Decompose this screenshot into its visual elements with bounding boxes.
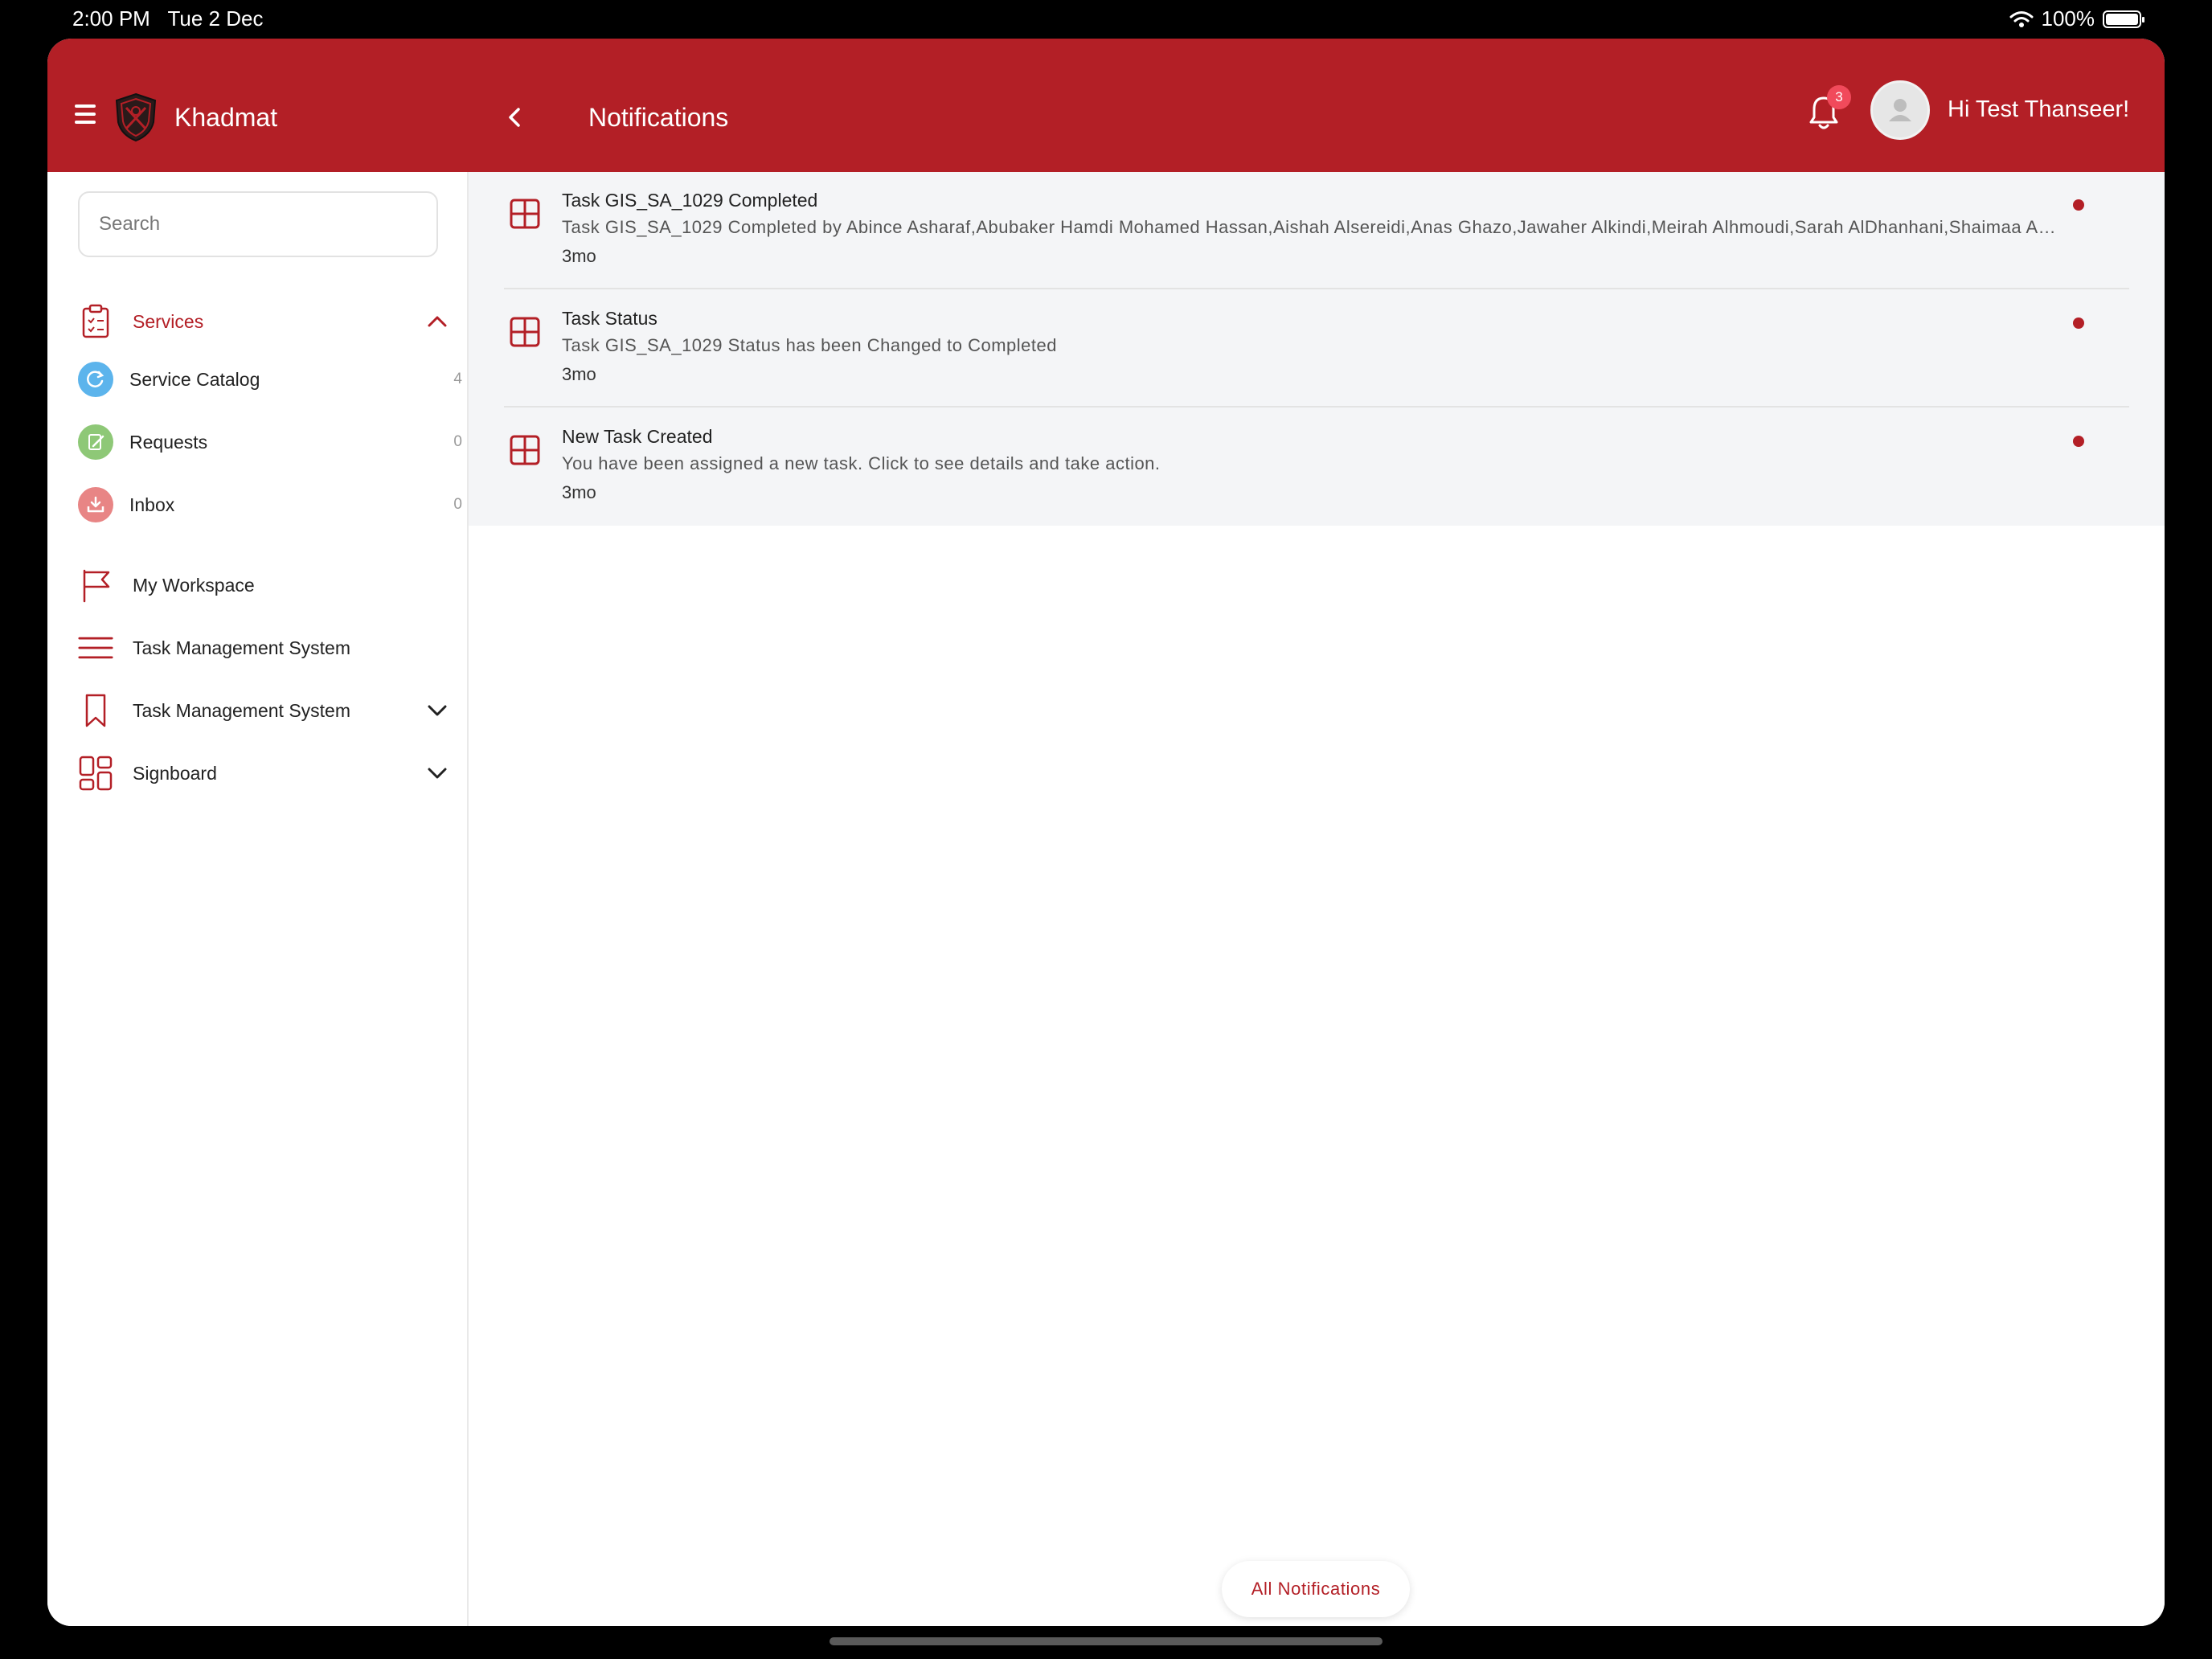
all-notifications-button[interactable]: All Notifications	[1222, 1561, 1410, 1617]
notification-title: Task GIS_SA_1029 Completed	[562, 190, 818, 211]
avatar[interactable]	[1870, 80, 1930, 140]
notification-time: 3mo	[562, 364, 596, 384]
task-grid-icon	[510, 199, 540, 229]
page-title: Notifications	[588, 103, 729, 132]
notification-item[interactable]: New Task Created You have been assigned …	[469, 408, 2165, 526]
item-count: 0	[453, 496, 462, 513]
sidebar: Services Service Catalog 4 Re	[47, 172, 469, 1626]
sidebar-item-label: Signboard	[133, 762, 217, 784]
inbox-download-icon	[78, 487, 113, 522]
unread-indicator	[2073, 317, 2084, 329]
notification-title: Task Status	[562, 308, 657, 329]
sidebar-subitem-inbox[interactable]: Inbox 0	[78, 481, 462, 529]
edit-document-icon	[78, 424, 113, 460]
divider	[504, 288, 2129, 289]
task-grid-icon	[510, 435, 540, 465]
divider	[504, 406, 2129, 408]
catalog-icon	[78, 362, 113, 397]
sidebar-item-label: Task Management System	[133, 637, 351, 658]
header-bar: Khadmat Notifications 3 Hi Test Thanseer…	[47, 39, 2165, 172]
notification-time: 3mo	[562, 482, 596, 502]
chevron-down-icon[interactable]	[427, 763, 448, 784]
sidebar-item-signboard[interactable]: Signboard	[78, 748, 456, 799]
notification-body: You have been assigned a new task. Click…	[562, 453, 1161, 473]
notification-item[interactable]: Task GIS_SA_1029 Completed Task GIS_SA_1…	[469, 172, 2165, 289]
notifications-panel: Task GIS_SA_1029 Completed Task GIS_SA_1…	[469, 172, 2165, 1626]
chevron-up-icon[interactable]	[427, 311, 448, 332]
flag-icon	[78, 567, 113, 603]
battery-percent: 100%	[2041, 6, 2095, 31]
sidebar-subitem-service-catalog[interactable]: Service Catalog 4	[78, 355, 462, 403]
notification-item[interactable]: Task Status Task GIS_SA_1029 Status has …	[469, 290, 2165, 408]
sidebar-item-task-management-group[interactable]: Task Management System	[78, 685, 456, 736]
sidebar-subitem-label: Inbox	[129, 494, 175, 515]
status-indicators: 100%	[2009, 6, 2144, 31]
sidebar-subitem-label: Service Catalog	[129, 368, 260, 390]
sidebar-item-label: Task Management System	[133, 699, 351, 721]
notification-title: New Task Created	[562, 426, 713, 447]
chevron-down-icon[interactable]	[427, 700, 448, 721]
notification-time: 3mo	[562, 246, 596, 266]
sidebar-item-services[interactable]: Services	[78, 296, 456, 347]
notification-list: Task GIS_SA_1029 Completed Task GIS_SA_1…	[469, 172, 2165, 526]
notification-count-badge: 3	[1827, 85, 1851, 109]
home-indicator[interactable]	[830, 1637, 1382, 1645]
sidebar-item-label: My Workspace	[133, 574, 255, 596]
sidebar-subitem-requests[interactable]: Requests 0	[78, 418, 462, 466]
user-greeting: Hi Test Thanseer!	[1948, 96, 2130, 122]
status-bar: 2:00 PM Tue 2 Dec 100%	[0, 0, 2212, 39]
unread-indicator	[2073, 436, 2084, 447]
notification-body: Task GIS_SA_1029 Completed by Abince Ash…	[562, 217, 2057, 237]
unread-indicator	[2073, 199, 2084, 211]
sidebar-item-my-workspace[interactable]: My Workspace	[78, 559, 456, 611]
app-title: Khadmat	[174, 103, 278, 132]
back-chevron-icon[interactable]	[504, 106, 526, 129]
hamburger-menu-icon[interactable]	[75, 104, 96, 125]
app-window: Khadmat Notifications 3 Hi Test Thanseer…	[47, 39, 2165, 1626]
sidebar-subitem-label: Requests	[129, 431, 208, 453]
clipboard-icon	[78, 304, 113, 339]
wifi-icon	[2009, 10, 2033, 27]
task-grid-icon	[510, 317, 540, 347]
sidebar-item-label: Services	[133, 310, 204, 332]
item-count: 4	[453, 371, 462, 387]
shield-logo-icon	[115, 92, 157, 142]
notification-body: Task GIS_SA_1029 Status has been Changed…	[562, 335, 1057, 355]
dashboard-grid-icon	[78, 756, 113, 791]
battery-icon	[2103, 10, 2144, 28]
user-silhouette-icon	[1889, 99, 1911, 121]
item-count: 0	[453, 433, 462, 450]
bookmark-icon	[78, 693, 113, 728]
status-time: 2:00 PM Tue 2 Dec	[72, 6, 264, 31]
list-lines-icon	[78, 630, 113, 666]
sidebar-item-task-management[interactable]: Task Management System	[78, 622, 456, 674]
search-input[interactable]	[78, 191, 438, 257]
